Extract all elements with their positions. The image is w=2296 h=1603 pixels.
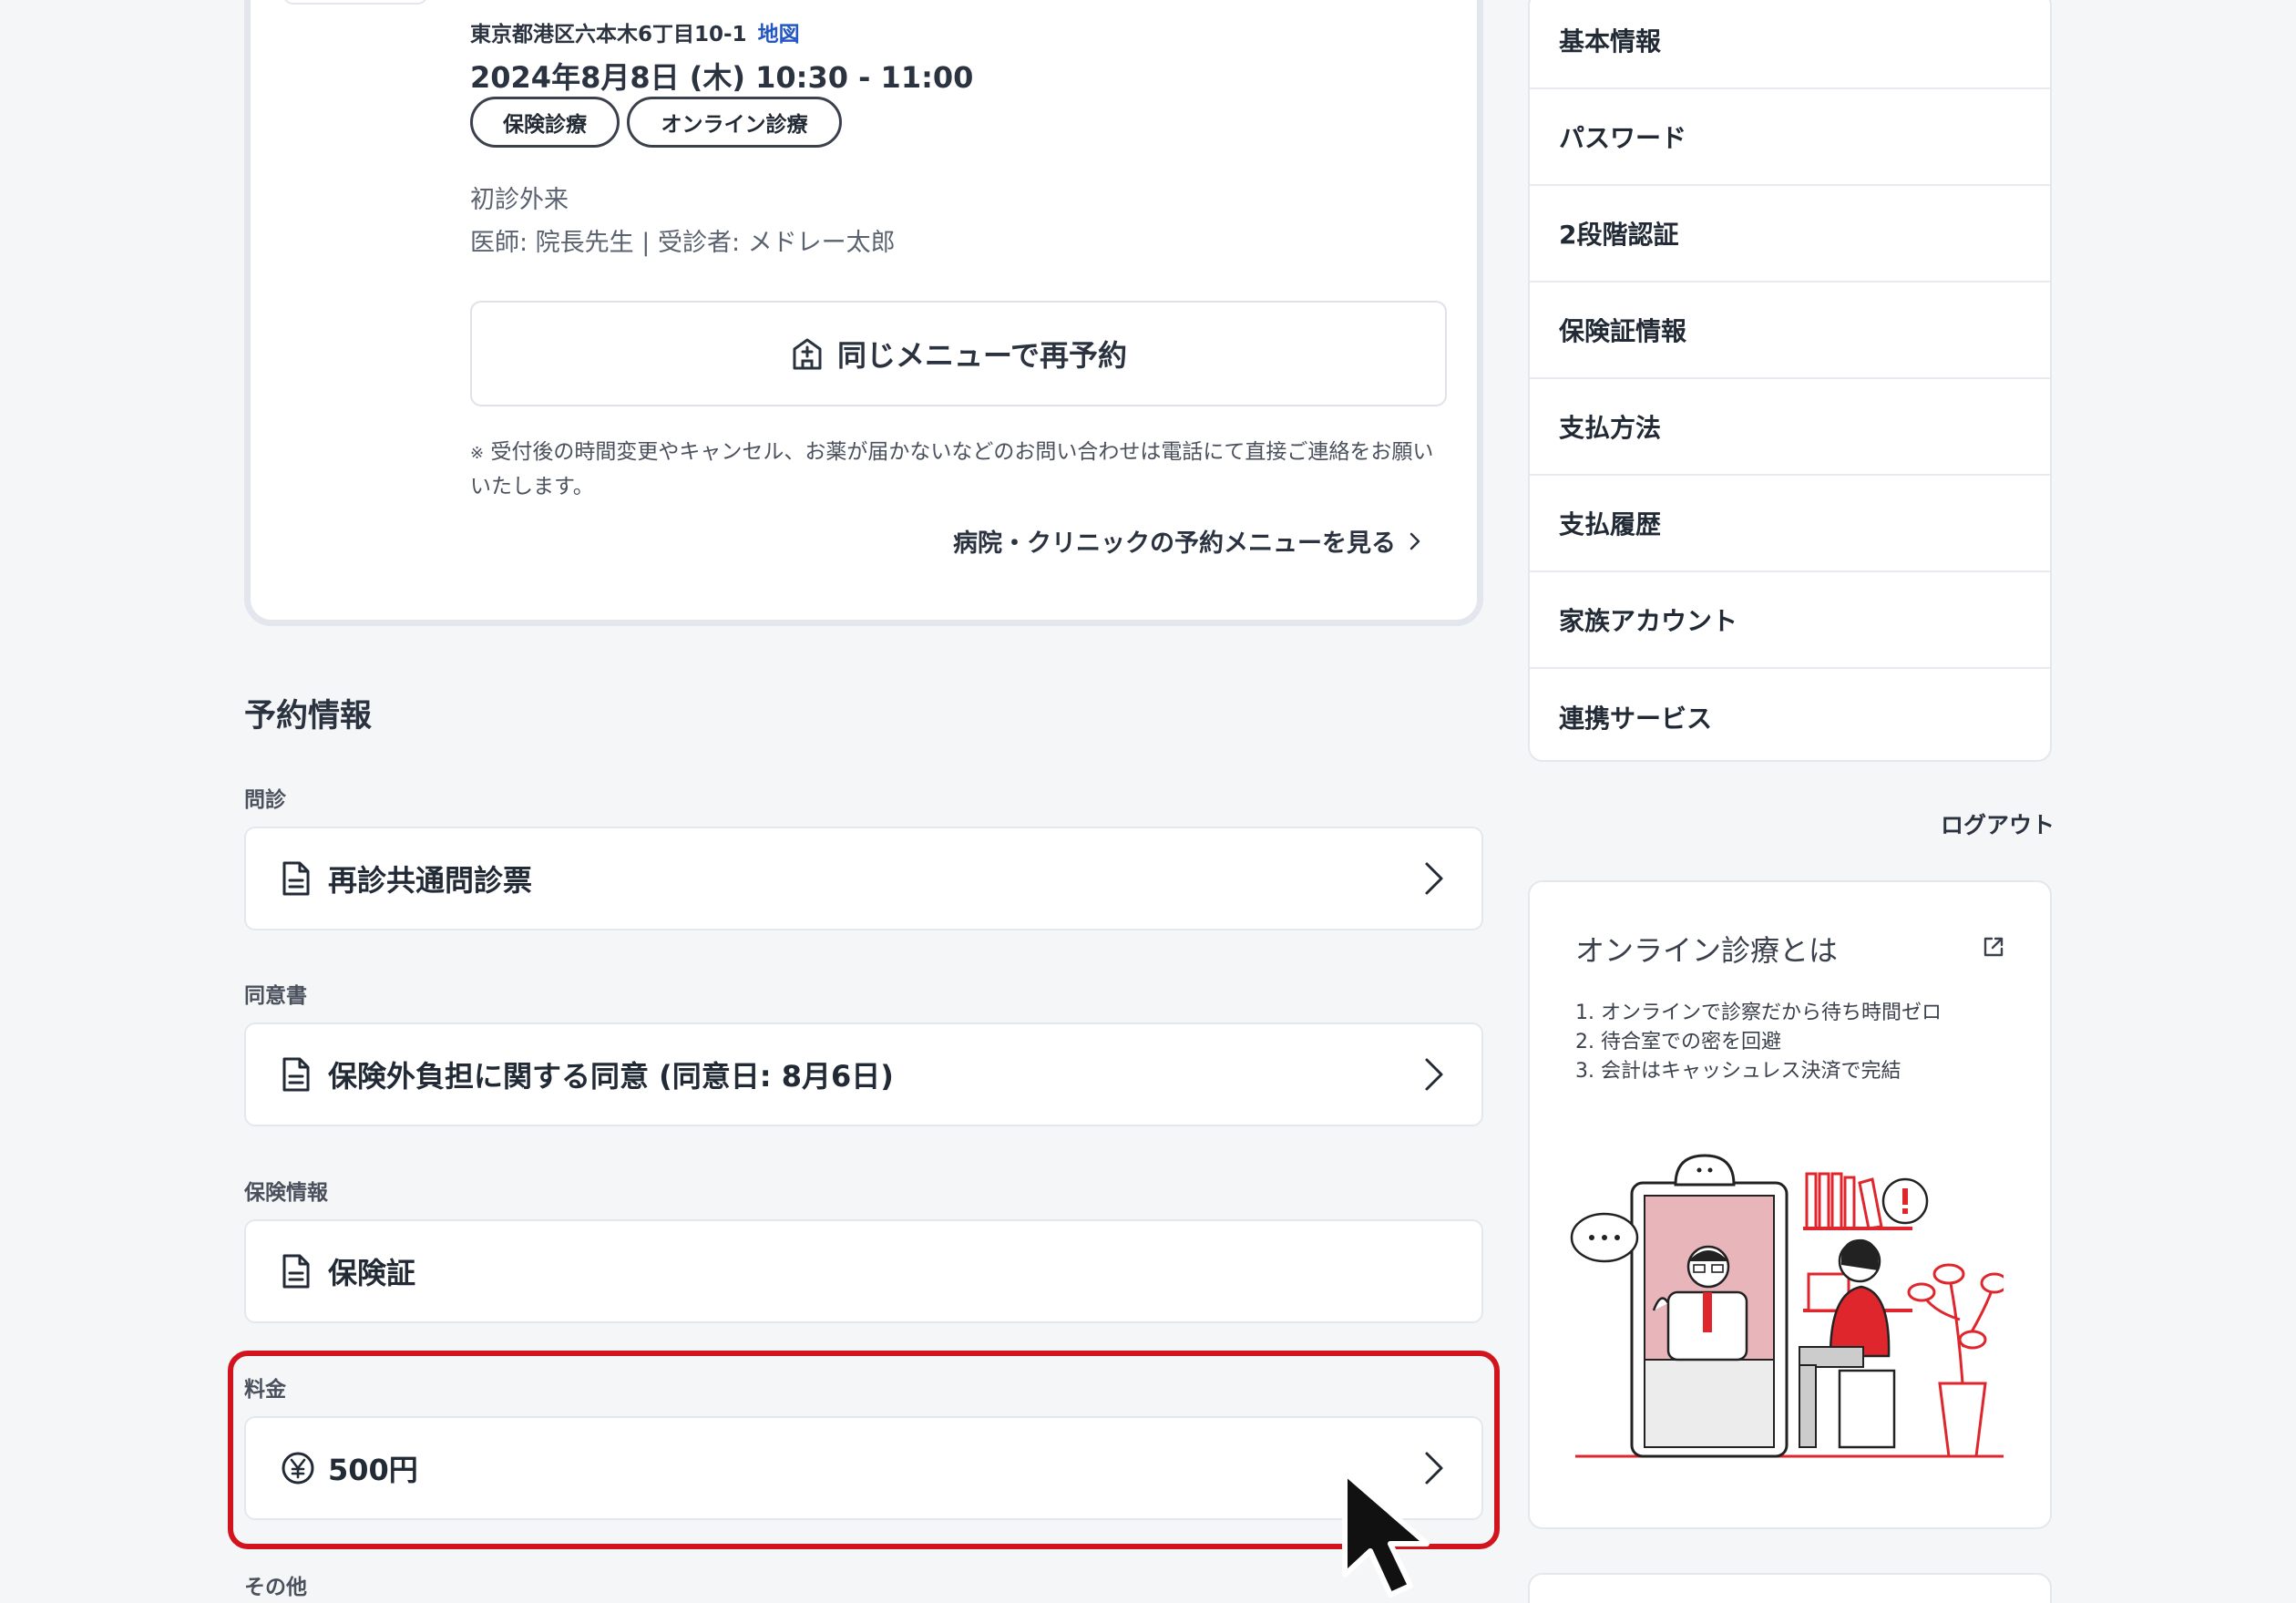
note-mark: ※ — [470, 444, 485, 463]
promo-point: 3. 会計はキャッシュレス決済で完結 — [1575, 1060, 1901, 1083]
menu-item-basic-info[interactable]: 基本情報 — [1530, 0, 2050, 89]
account-menu: 基本情報 パスワード 2段階認証 保険証情報 支払方法 支払履歴 家族アカウント… — [1528, 0, 2052, 762]
chevron-right-icon — [1425, 1058, 1443, 1091]
insurance-label: 保険証 — [328, 1256, 416, 1290]
clinic-menu-link[interactable]: 病院・クリニックの予約メニューを見る — [953, 523, 1421, 559]
questionnaire-label: 再診共通問診票 — [328, 863, 533, 898]
chevron-right-icon — [1425, 862, 1443, 895]
reservation-title: 予約情報 — [244, 698, 373, 735]
clinic-thumbnail — [282, 0, 428, 5]
menu-item-family-account[interactable]: 家族アカウント — [1530, 572, 2050, 669]
tag-online: オンライン診療 — [627, 97, 842, 148]
menu-item-payment-history[interactable]: 支払履歴 — [1530, 476, 2050, 572]
section-label-insurance: 保険情報 — [244, 1181, 328, 1205]
insurance-row[interactable]: 保険証 — [244, 1219, 1483, 1323]
section-label-consent: 同意書 — [244, 984, 307, 1008]
online-care-promo[interactable]: オンライン診療とは 1. オンラインで診察だから待ち時間ゼロ 2. 待合室での密… — [1528, 880, 2052, 1529]
doctor-patient-line: 医師: 院長先生 | 受診者: メドレー太郎 — [470, 229, 896, 257]
section-label-questionnaire: 問診 — [244, 788, 286, 812]
menu-item-password[interactable]: パスワード — [1530, 89, 2050, 186]
chevron-right-icon — [1409, 532, 1420, 550]
menu-item-insurance-card[interactable]: 保険証情報 — [1530, 283, 2050, 379]
document-icon — [281, 1252, 315, 1290]
external-link-icon[interactable] — [1982, 935, 2005, 959]
menu-item-linked-services[interactable]: 連携サービス — [1530, 669, 2050, 760]
document-icon — [281, 859, 315, 898]
rebook-button[interactable]: 同じメニューで再予約 — [470, 301, 1447, 406]
promo-title: オンライン診療とは — [1575, 933, 1839, 968]
section-label-other: その他 — [244, 1576, 307, 1599]
hospital-icon — [793, 338, 822, 370]
consent-label: 保険外負担に関する同意 (同意日: 8月6日) — [328, 1059, 894, 1094]
visit-type: 初診外来 — [470, 186, 569, 214]
tag-insurance: 保険診療 — [470, 97, 620, 148]
questionnaire-row[interactable]: 再診共通問診票 — [244, 827, 1483, 930]
mouse-cursor-icon — [1342, 1470, 1430, 1598]
consent-row[interactable]: 保険外負担に関する同意 (同意日: 8月6日) — [244, 1022, 1483, 1126]
document-icon — [281, 1055, 315, 1094]
clinic-address: 東京都港区六本木6丁目10-1 地図 — [470, 23, 800, 46]
menu-item-two-factor[interactable]: 2段階認証 — [1530, 186, 2050, 283]
next-sidebar-card — [1528, 1573, 2052, 1603]
logout-link[interactable]: ログアウト — [1941, 807, 2055, 840]
rebook-label: 同じメニューで再予約 — [836, 338, 1128, 373]
online-consultation-illustration — [1570, 1154, 2004, 1458]
menu-item-payment-method[interactable]: 支払方法 — [1530, 379, 2050, 476]
promo-point: 1. オンラインで診察だから待ち時間ゼロ — [1575, 1002, 1942, 1024]
fee-highlight-box — [228, 1351, 1500, 1549]
contact-note: ※ 受付後の時間変更やキャンセル、お薬が届かないなどのお問い合わせは電話にて直接… — [470, 440, 1434, 498]
appointment-datetime: 2024年8月8日 (木) 10:30 - 11:00 — [470, 60, 974, 95]
promo-points: 1. オンラインで診察だから待ち時間ゼロ 2. 待合室での密を回避 3. 会計は… — [1575, 999, 1942, 1086]
promo-point: 2. 待合室での密を回避 — [1575, 1031, 1781, 1053]
map-link[interactable]: 地図 — [758, 23, 800, 46]
